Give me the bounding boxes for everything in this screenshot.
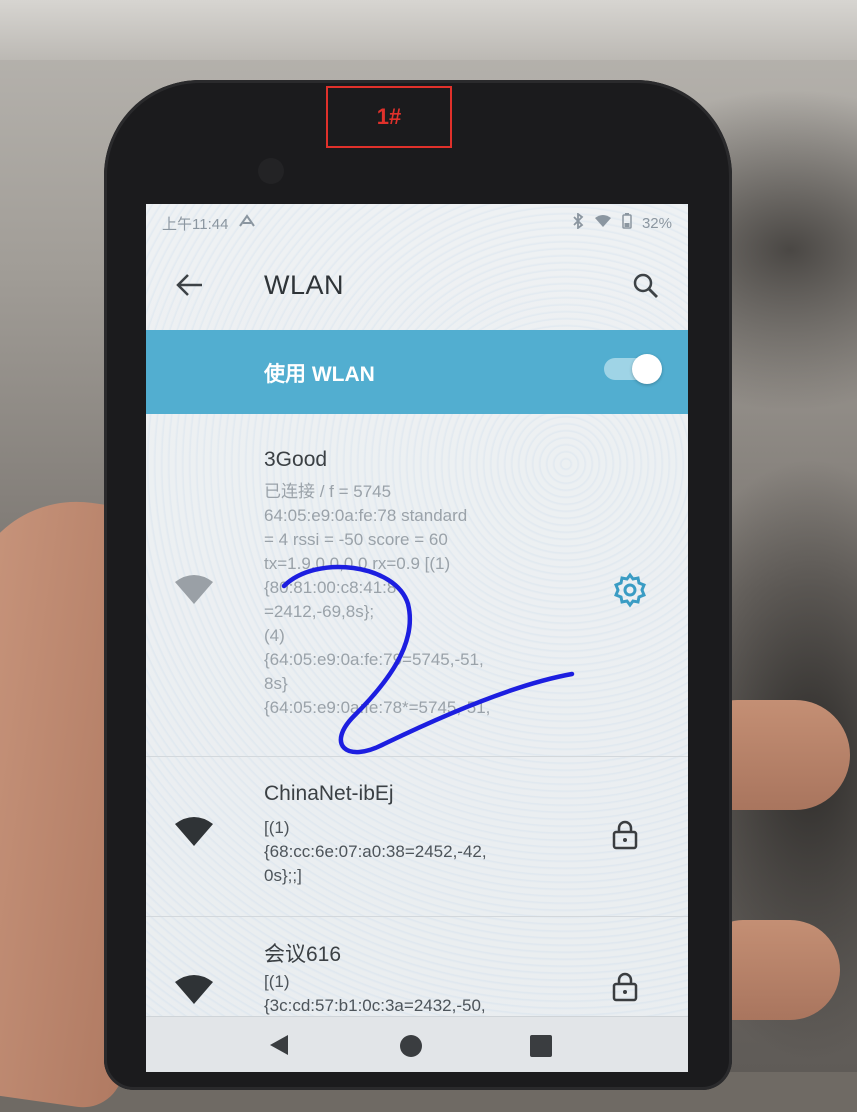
network-item-chinanet[interactable]: ChinaNet-ibEj [(1) {68:cc:6e:07:a0:38=24… xyxy=(146,776,688,896)
wifi-status-icon xyxy=(594,214,612,232)
front-camera xyxy=(258,158,284,184)
gear-icon[interactable] xyxy=(612,572,648,613)
battery-percent: 32% xyxy=(641,214,672,232)
wifi-signal-icon xyxy=(174,816,214,853)
page-title: WLAN xyxy=(264,270,345,300)
network-details: 已连接 / f = 5745 64:05:e9:0a:fe:78 standar… xyxy=(264,482,491,717)
wall-background xyxy=(0,0,857,60)
list-divider xyxy=(146,916,688,917)
network-item-3good[interactable]: 3Good 已连接 / f = 5745 64:05:e9:0a:fe:78 s… xyxy=(146,440,688,752)
wlan-toggle-label: 使用 WLAN xyxy=(264,363,375,386)
lock-icon xyxy=(612,820,638,855)
list-divider xyxy=(146,756,688,757)
phone-screen: 上午11:44 32% WLAN 使用 WLAN 3Good 已连接 / f =… xyxy=(146,204,688,1072)
notification-icon xyxy=(238,214,256,232)
nav-back-icon[interactable] xyxy=(268,1033,290,1062)
search-icon[interactable] xyxy=(632,272,660,305)
lock-icon xyxy=(612,972,638,1007)
wifi-signal-icon xyxy=(174,974,214,1011)
app-bar: WLAN xyxy=(146,254,688,320)
network-name: 会议616 xyxy=(264,943,342,966)
network-details: [(1) {68:cc:6e:07:a0:38=2452,-42, 0s};;] xyxy=(264,818,487,885)
network-name: 3Good xyxy=(264,448,328,471)
battery-icon xyxy=(622,213,632,233)
wlan-toggle-row[interactable]: 使用 WLAN xyxy=(146,330,688,414)
photo-label-box: 1# xyxy=(326,86,452,148)
nav-home-icon[interactable] xyxy=(400,1035,422,1057)
wlan-switch[interactable] xyxy=(604,354,662,384)
wifi-signal-icon xyxy=(174,574,214,611)
photo-label: 1# xyxy=(376,104,402,129)
status-bar: 上午11:44 32% xyxy=(146,204,688,242)
status-time: 上午11:44 xyxy=(162,215,229,233)
back-arrow-icon[interactable] xyxy=(176,272,204,305)
wlan-switch-knob xyxy=(632,354,662,384)
network-name: ChinaNet-ibEj xyxy=(264,782,394,805)
bluetooth-icon xyxy=(572,212,584,233)
nav-recents-icon[interactable] xyxy=(530,1035,552,1057)
navigation-bar xyxy=(146,1016,688,1072)
